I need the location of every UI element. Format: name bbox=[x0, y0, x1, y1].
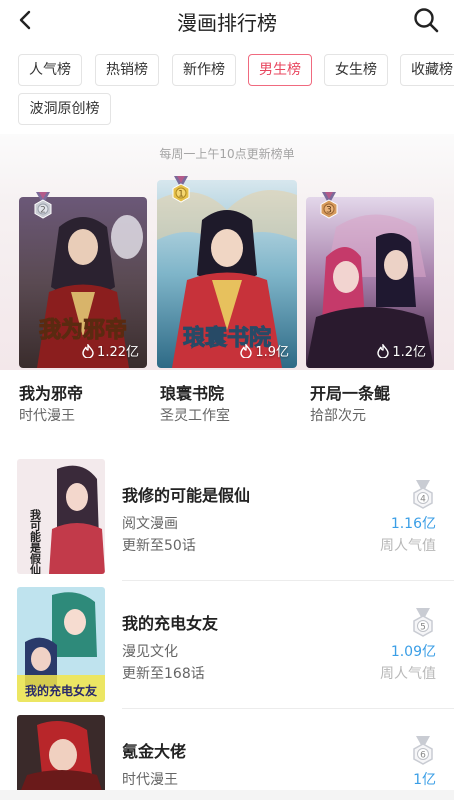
cover-image: 琅寰书院 bbox=[157, 180, 297, 368]
top-cover-2[interactable]: 我为邪帝 1.22亿 bbox=[19, 197, 147, 368]
flame-icon bbox=[240, 343, 253, 358]
list-cover bbox=[17, 715, 105, 800]
cover-title-text: 我可能是假仙 bbox=[29, 508, 43, 574]
cover-title-text: 我为邪帝 bbox=[39, 317, 127, 343]
list-cover: 我的充电女友 bbox=[17, 587, 105, 702]
medal-rank: 6 bbox=[420, 751, 426, 761]
popularity-value: 1.09亿 bbox=[390, 644, 436, 660]
tab-collection[interactable]: 收藏榜 bbox=[400, 54, 454, 86]
tab-bestseller[interactable]: 热销榜 bbox=[95, 54, 159, 86]
popularity-value: 1亿 bbox=[413, 772, 436, 788]
tab-female[interactable]: 女生榜 bbox=[324, 54, 388, 86]
heat-badge: 1.2亿 bbox=[377, 341, 426, 360]
item-title: 我修的可能是假仙 bbox=[122, 486, 251, 505]
top-bar: 漫画排行榜 bbox=[0, 0, 454, 40]
medal-icon: 4 bbox=[413, 480, 433, 509]
divider bbox=[122, 580, 454, 581]
medal-rank: 1 bbox=[178, 190, 184, 200]
tab-new[interactable]: 新作榜 bbox=[172, 54, 236, 86]
medal-icon: 6 bbox=[413, 736, 433, 765]
item-title: 我的充电女友 bbox=[122, 614, 219, 633]
top-title-2[interactable]: 我为邪帝 bbox=[19, 380, 83, 404]
cover-title-text: 我的充电女友 bbox=[25, 683, 97, 698]
tab-male[interactable]: 男生榜 bbox=[248, 54, 312, 86]
medal-icon: 5 bbox=[413, 608, 433, 637]
top-title-1[interactable]: 琅寰书院 bbox=[160, 380, 224, 404]
search-icon[interactable] bbox=[412, 6, 440, 34]
top-title-3[interactable]: 开局一条鲲 bbox=[310, 380, 390, 404]
item-update: 更新至50话 bbox=[122, 538, 196, 554]
flame-icon bbox=[82, 343, 94, 358]
page-title: 漫画排行榜 bbox=[177, 11, 277, 35]
top-author-3: 拾部次元 bbox=[310, 408, 366, 424]
item-publisher: 漫见文化 bbox=[122, 644, 178, 660]
heat-value: 1.2亿 bbox=[392, 345, 426, 360]
item-publisher: 时代漫王 bbox=[122, 772, 178, 788]
medal-rank: 2 bbox=[40, 206, 46, 216]
item-publisher: 阅文漫画 bbox=[122, 516, 178, 532]
heat-value: 1.9亿 bbox=[255, 345, 289, 360]
popularity-value: 1.16亿 bbox=[390, 516, 436, 532]
divider bbox=[122, 708, 454, 709]
heat-value: 1.22亿 bbox=[97, 345, 139, 360]
cover-image: 我可能是假仙 bbox=[17, 459, 105, 574]
bottom-edge bbox=[0, 790, 454, 800]
tab-popular[interactable]: 人气榜 bbox=[18, 54, 82, 86]
medal-icon: 2 bbox=[34, 192, 52, 219]
top-cover-1[interactable]: 琅寰书院 1.9亿 bbox=[157, 180, 297, 368]
item-title: 氪金大佬 bbox=[122, 742, 187, 761]
update-notice: 每周一上午10点更新榜单 bbox=[159, 147, 295, 161]
popularity-label: 周人气值 bbox=[380, 666, 436, 682]
medal-rank: 5 bbox=[420, 623, 426, 633]
top-author-1: 圣灵工作室 bbox=[160, 408, 230, 424]
heat-badge: 1.22亿 bbox=[82, 341, 139, 360]
heat-badge: 1.9亿 bbox=[240, 341, 289, 360]
tab-bodong-original[interactable]: 波洞原创榜 bbox=[18, 93, 111, 125]
cover-image: 我的充电女友 bbox=[17, 587, 105, 702]
medal-icon: 1 bbox=[172, 176, 190, 203]
top-author-2: 时代漫王 bbox=[19, 408, 75, 424]
item-update: 更新至168话 bbox=[122, 666, 205, 682]
flame-icon bbox=[377, 343, 390, 358]
ranking-page: 漫画排行榜 人气榜 热销榜 新作榜 男生榜 女生榜 收藏榜 波洞原创榜 每周一上… bbox=[0, 0, 454, 800]
popularity-label: 周人气值 bbox=[380, 538, 436, 554]
medal-rank: 3 bbox=[326, 206, 332, 216]
cover-image bbox=[17, 715, 105, 800]
list-cover: 我可能是假仙 bbox=[17, 459, 105, 574]
medal-icon: 3 bbox=[320, 192, 338, 219]
top-cover-3[interactable]: 1.2亿 bbox=[306, 197, 434, 368]
medal-rank: 4 bbox=[420, 495, 426, 505]
